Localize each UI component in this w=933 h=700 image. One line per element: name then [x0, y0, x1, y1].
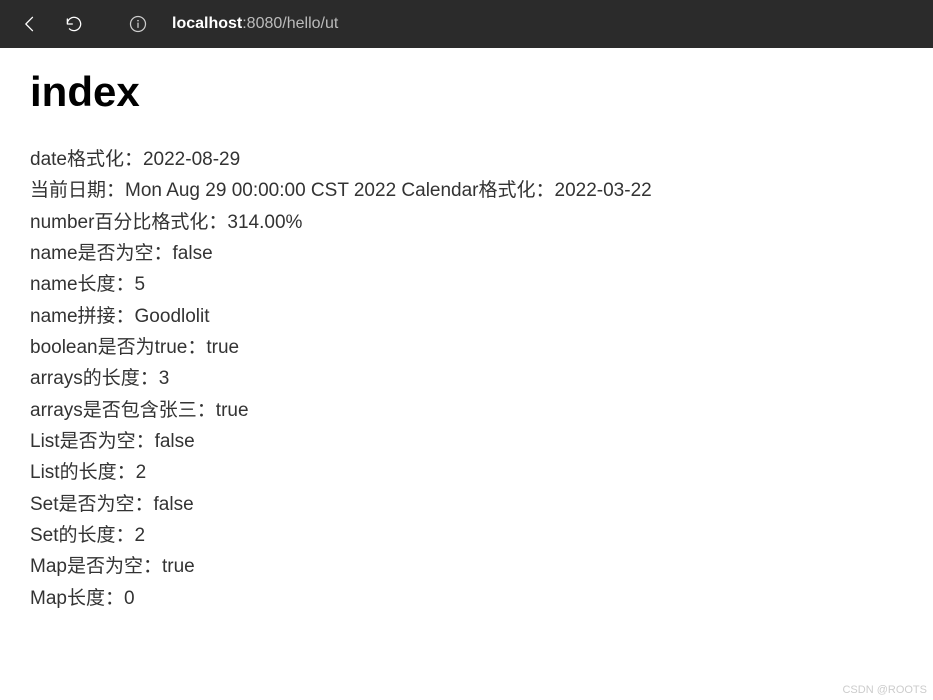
data-line: name长度：5 [30, 269, 903, 300]
refresh-button[interactable] [56, 6, 92, 42]
data-line: Map长度：0 [30, 583, 903, 614]
data-line: name是否为空：false [30, 238, 903, 269]
data-line: List是否为空：false [30, 426, 903, 457]
data-line: name拼接：Goodlolit [30, 301, 903, 332]
data-line: arrays是否包含张三：true [30, 395, 903, 426]
data-line: Set的长度：2 [30, 520, 903, 551]
data-line: List的长度：2 [30, 457, 903, 488]
site-info-icon[interactable] [120, 6, 156, 42]
url-host: localhost [172, 15, 242, 32]
data-line: arrays的长度：3 [30, 363, 903, 394]
url-path: :8080/hello/ut [242, 15, 338, 32]
data-lines-container: date格式化：2022-08-29 当前日期：Mon Aug 29 00:00… [30, 144, 903, 614]
watermark: CSDN @ROOTS [842, 684, 927, 696]
address-bar[interactable]: localhost:8080/hello/ut [172, 15, 338, 33]
data-line: date格式化：2022-08-29 [30, 144, 903, 175]
data-line: number百分比格式化：314.00% [30, 207, 903, 238]
data-line: boolean是否为true：true [30, 332, 903, 363]
data-line: Map是否为空：true [30, 551, 903, 582]
data-line: 当前日期：Mon Aug 29 00:00:00 CST 2022 Calend… [30, 175, 903, 206]
page-title: index [30, 68, 903, 116]
page-body: index date格式化：2022-08-29 当前日期：Mon Aug 29… [0, 48, 933, 634]
data-line: Set是否为空：false [30, 489, 903, 520]
browser-toolbar: localhost:8080/hello/ut [0, 0, 933, 48]
back-button[interactable] [12, 6, 48, 42]
